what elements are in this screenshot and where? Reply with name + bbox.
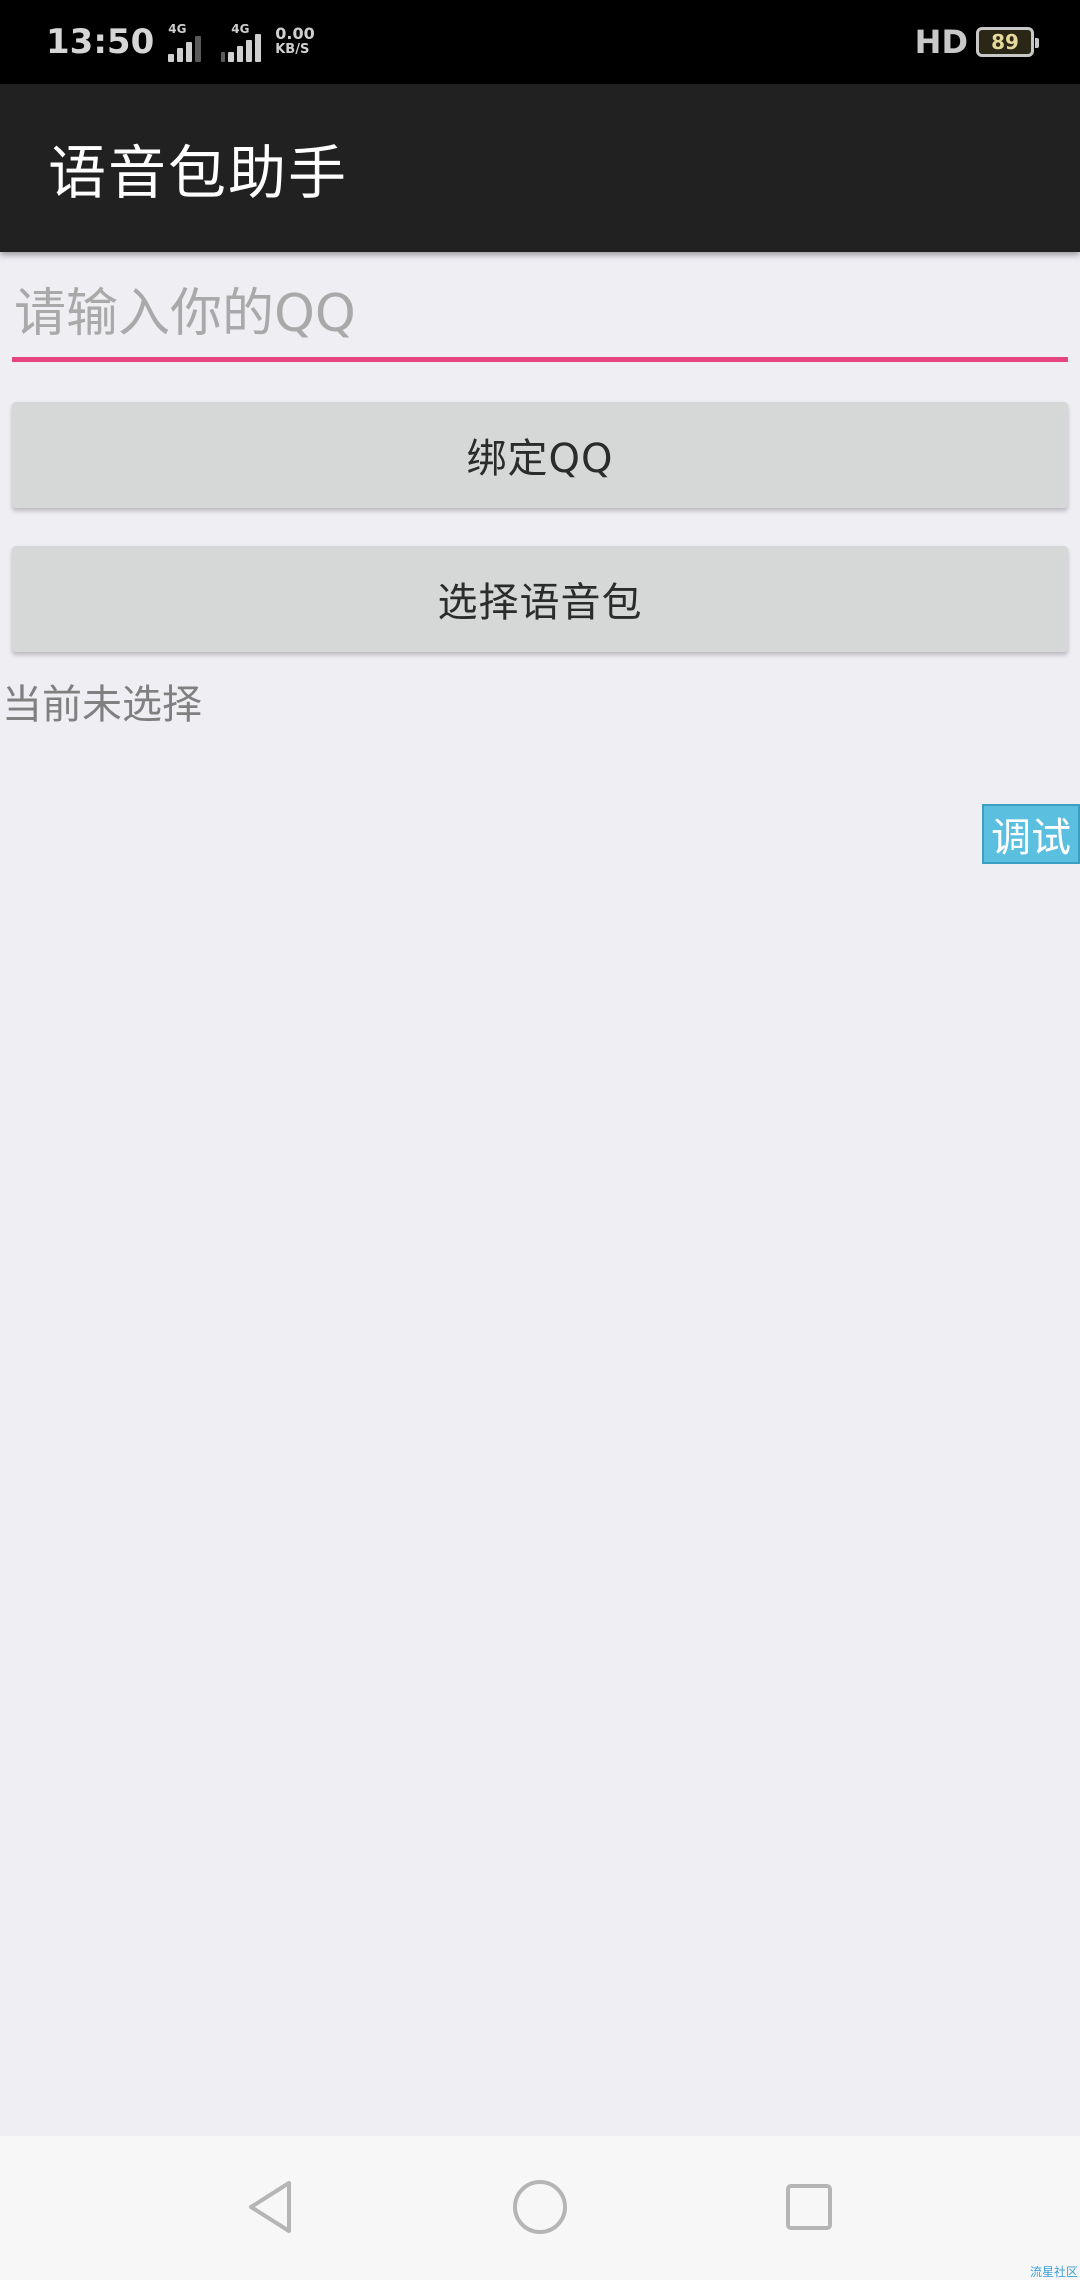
debug-button[interactable]: 调试: [982, 804, 1080, 864]
battery-icon: 89: [976, 27, 1039, 57]
status-left: 13:50 4G 4G 0.00 KB/S: [46, 22, 315, 62]
signal-sim1-icon: 4G: [168, 22, 202, 62]
qq-input-container: [12, 270, 1068, 362]
status-right: HD 89: [914, 23, 1039, 61]
battery-level: 89: [991, 30, 1019, 54]
navigation-bar: 流星社区: [0, 2136, 1080, 2280]
status-time: 13:50: [46, 22, 155, 62]
speed-unit: KB/S: [275, 42, 310, 57]
qq-input[interactable]: [12, 270, 1068, 362]
signal-sim2-icon: 4G: [221, 22, 262, 62]
app-title: 语音包助手: [48, 139, 349, 207]
hd-icon: HD: [914, 23, 968, 61]
back-icon[interactable]: [226, 2162, 316, 2252]
status-bar: 13:50 4G 4G 0.00 KB/S HD 89: [0, 0, 1080, 84]
recent-apps-icon[interactable]: [764, 2162, 854, 2252]
current-selection-text: 当前未选择: [2, 682, 202, 728]
speed-value: 0.00: [275, 24, 315, 43]
watermark-text: 流星社区: [1029, 2265, 1078, 2279]
network-speed: 0.00 KB/S: [275, 26, 314, 58]
app-bar: 语音包助手: [0, 84, 1080, 252]
home-icon[interactable]: [495, 2162, 585, 2252]
sim1-label: 4G: [168, 22, 187, 36]
bind-qq-button[interactable]: 绑定QQ: [12, 402, 1068, 508]
sim2-label: 4G: [231, 22, 250, 36]
select-voice-pack-button[interactable]: 选择语音包: [12, 546, 1068, 652]
